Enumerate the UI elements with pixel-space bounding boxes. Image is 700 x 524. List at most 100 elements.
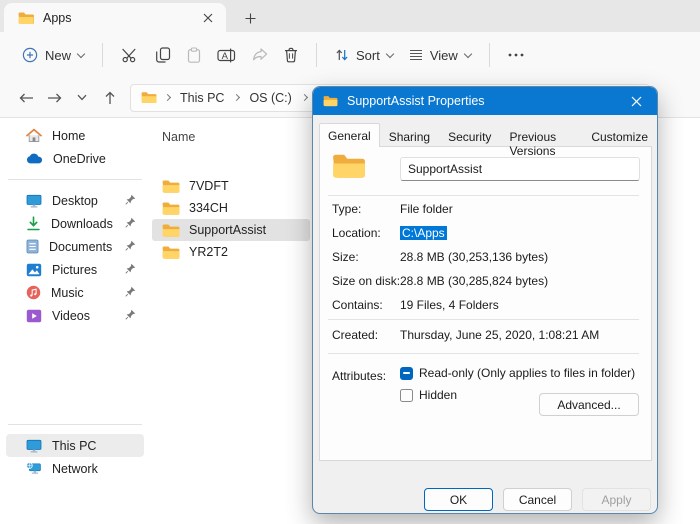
folder-name-field[interactable] (400, 157, 640, 181)
sidebar-item-label: Network (52, 462, 98, 476)
tab-general[interactable]: General (319, 123, 380, 147)
sidebar-item-network[interactable]: Network (6, 457, 144, 480)
sidebar-spacer (0, 327, 150, 415)
pin-icon (125, 309, 136, 323)
file-row-334ch[interactable]: 334CH (152, 197, 310, 219)
sidebar-item-downloads[interactable]: Downloads (6, 212, 144, 235)
share-icon (252, 48, 268, 62)
folder-icon (323, 95, 338, 107)
sidebar-item-label: Home (52, 129, 85, 143)
folder-icon (162, 179, 180, 194)
tab-sharing[interactable]: Sharing (380, 126, 439, 147)
videos-icon (26, 309, 42, 323)
column-header-label: Name (162, 130, 195, 144)
ok-button[interactable]: OK (424, 488, 493, 511)
new-button[interactable]: New (14, 41, 92, 69)
more-options-button[interactable] (500, 47, 532, 63)
contains-value: 19 Files, 4 Folders (400, 298, 499, 312)
tab-security[interactable]: Security (439, 126, 500, 147)
sidebar-item-music[interactable]: Music (6, 281, 144, 304)
file-row-yr2t2[interactable]: YR2T2 (152, 241, 310, 263)
rename-icon: A (217, 48, 236, 63)
folder-icon (18, 11, 34, 25)
back-icon[interactable] (12, 84, 40, 112)
view-button[interactable]: View (401, 42, 479, 69)
documents-icon (26, 239, 39, 254)
apply-button: Apply (582, 488, 651, 511)
hidden-label: Hidden (419, 388, 457, 402)
share-button[interactable] (244, 42, 276, 68)
this-pc-icon (26, 439, 42, 453)
toolbar-separator (316, 43, 317, 67)
sidebar-item-this-pc[interactable]: This PC (6, 434, 144, 457)
chevron-down-icon (464, 49, 472, 57)
file-name: SupportAssist (189, 223, 266, 237)
sidebar-item-label: Pictures (52, 263, 97, 277)
desktop-icon (26, 194, 42, 208)
dialog-close-icon[interactable] (625, 90, 647, 112)
sort-button[interactable]: Sort (327, 42, 401, 69)
file-name: 334CH (189, 201, 228, 215)
rename-button[interactable]: A (209, 42, 244, 69)
sidebar-item-desktop[interactable]: Desktop (6, 189, 144, 212)
toolbar-separator (102, 43, 103, 67)
advanced-button[interactable]: Advanced... (539, 393, 639, 416)
type-value: File folder (400, 202, 453, 216)
hidden-checkbox[interactable] (400, 389, 413, 402)
sidebar-item-pictures[interactable]: Pictures (6, 258, 144, 281)
sidebar-item-documents[interactable]: Documents (6, 235, 144, 258)
dialog-title-bar[interactable]: SupportAssist Properties (313, 87, 657, 115)
explorer-tab-apps[interactable]: Apps (4, 3, 226, 32)
folder-icon (162, 223, 180, 238)
sidebar-item-onedrive[interactable]: OneDrive (6, 147, 144, 170)
paste-button[interactable] (179, 41, 209, 69)
copy-button[interactable] (147, 41, 179, 69)
network-icon (26, 462, 42, 476)
forward-icon[interactable] (40, 84, 68, 112)
breadcrumb-chevron-icon (164, 94, 171, 101)
contains-label: Contains: (332, 298, 383, 312)
file-row-7vdft[interactable]: 7VDFT (152, 175, 310, 197)
location-value[interactable]: C:\Apps (400, 226, 447, 240)
created-value: Thursday, June 25, 2020, 1:08:21 AM (400, 328, 599, 342)
sidebar-item-videos[interactable]: Videos (6, 304, 144, 327)
downloads-icon (26, 216, 41, 231)
size-value: 28.8 MB (30,253,136 bytes) (400, 250, 548, 264)
folder-icon (162, 201, 180, 216)
divider (328, 319, 639, 320)
navigation-sidebar: Home OneDrive Desktop Downloads (0, 118, 150, 524)
location-label: Location: (332, 226, 381, 240)
attributes-label: Attributes: (332, 369, 386, 383)
file-row-supportassist[interactable]: SupportAssist (152, 219, 310, 241)
new-circle-plus-icon (22, 47, 38, 63)
readonly-checkbox[interactable] (400, 367, 413, 380)
command-toolbar: New A (0, 32, 700, 78)
tab-close-icon[interactable] (198, 8, 218, 28)
music-icon (26, 285, 41, 300)
tab-title: Apps (43, 11, 189, 25)
delete-button[interactable] (276, 41, 306, 69)
readonly-checkbox-row: Read-only (Only applies to files in fold… (400, 366, 635, 380)
breadcrumb-os-c[interactable]: OS (C:) (247, 89, 293, 107)
cut-button[interactable] (113, 41, 147, 69)
recent-chevron-icon[interactable] (68, 84, 96, 112)
tab-previous-versions[interactable]: Previous Versions (500, 126, 582, 147)
new-tab-button[interactable] (238, 6, 262, 30)
copy-icon (155, 47, 171, 63)
sidebar-divider (8, 179, 142, 180)
breadcrumb-this-pc[interactable]: This PC (178, 89, 226, 107)
type-label: Type: (332, 202, 361, 216)
sidebar-item-label: Videos (52, 309, 90, 323)
sidebar-item-home[interactable]: Home (6, 124, 144, 147)
dialog-tab-bar: General Sharing Security Previous Versio… (319, 123, 657, 147)
folder-icon (141, 91, 157, 104)
tab-customize[interactable]: Customize (582, 126, 657, 147)
up-icon[interactable] (96, 84, 124, 112)
view-button-label: View (430, 48, 458, 63)
svg-text:A: A (222, 51, 229, 62)
folder-icon (162, 245, 180, 260)
chevron-down-icon (386, 49, 394, 57)
sidebar-item-label: Documents (49, 240, 112, 254)
cancel-button[interactable]: Cancel (503, 488, 572, 511)
pin-icon (125, 240, 136, 254)
